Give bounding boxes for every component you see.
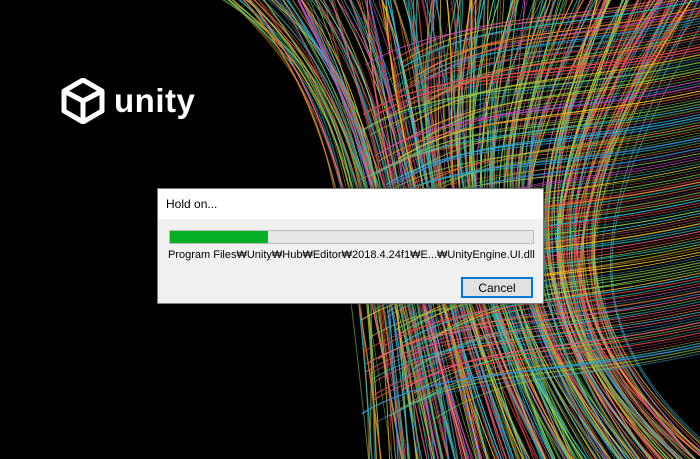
cancel-button[interactable]: Cancel xyxy=(461,277,533,298)
progress-bar xyxy=(169,230,534,244)
dialog-title: Hold on... xyxy=(166,197,218,211)
unity-cube-icon xyxy=(61,78,105,124)
progress-fill xyxy=(170,231,268,243)
progress-dialog: Hold on... Program Files₩Unity₩Hub₩Edito… xyxy=(157,188,544,304)
dialog-title-bar[interactable]: Hold on... xyxy=(158,189,543,219)
current-file-path: Program Files₩Unity₩Hub₩Editor₩2018.4.24… xyxy=(168,249,535,261)
brand-text: unity xyxy=(114,82,196,119)
unity-logo: unity xyxy=(60,78,195,124)
